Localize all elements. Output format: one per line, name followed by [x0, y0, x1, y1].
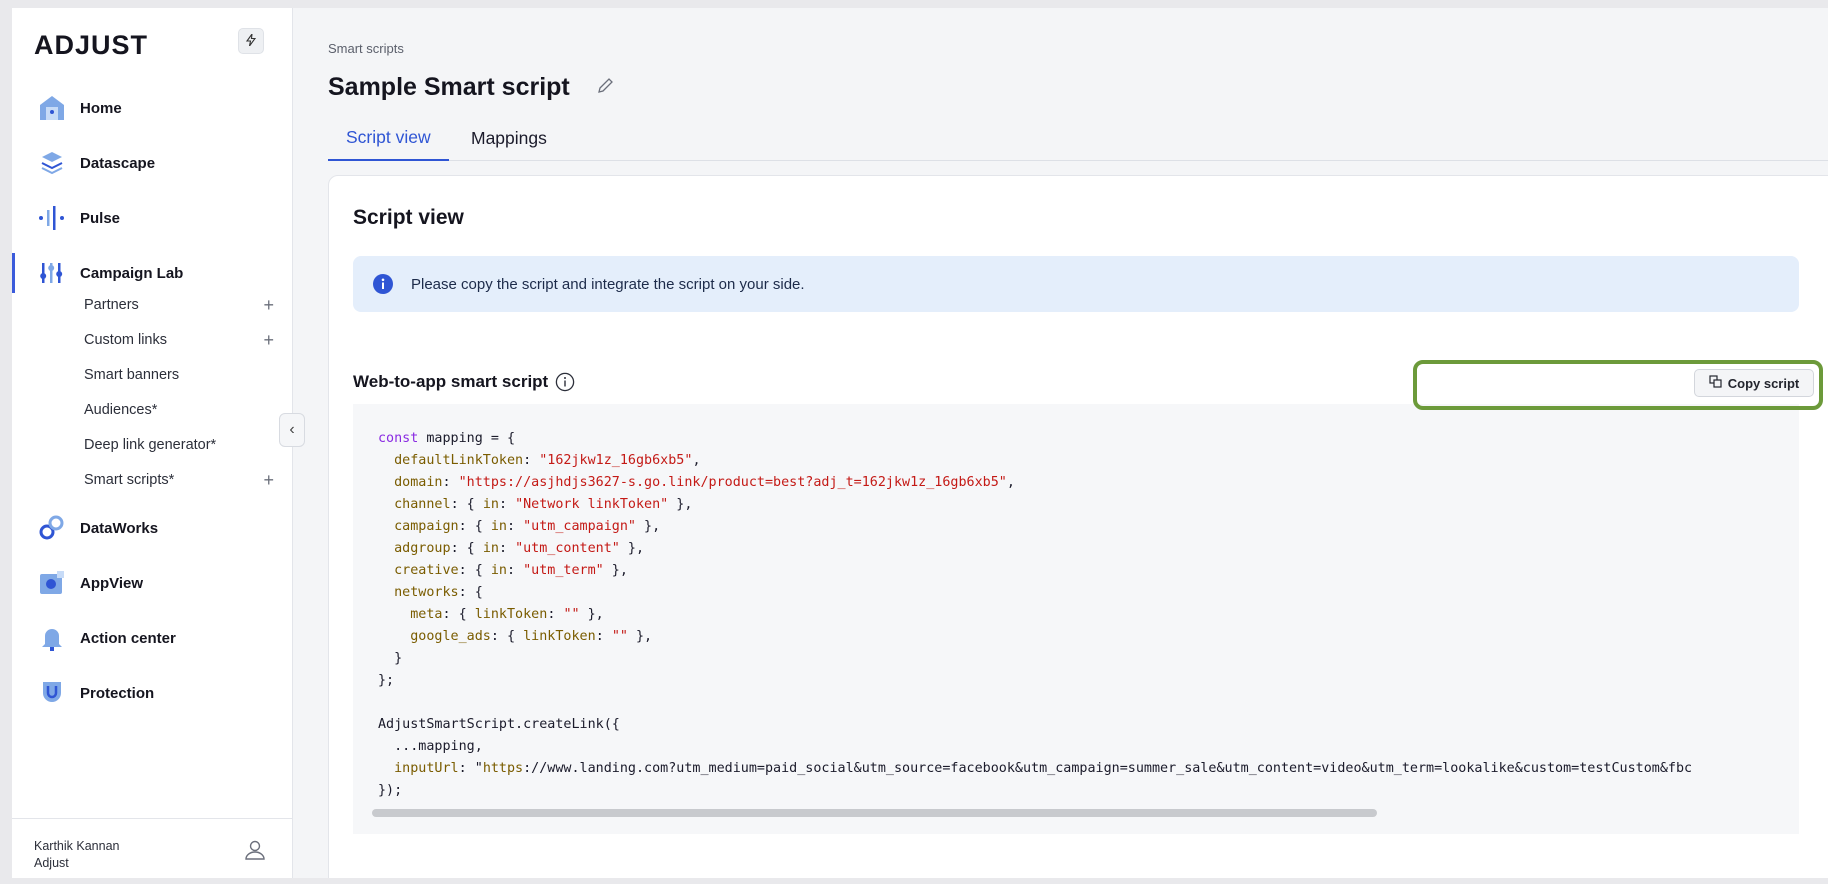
collapse-sidebar-button[interactable]: ‹ — [279, 413, 305, 447]
add-custom-link-button[interactable]: + — [263, 330, 274, 351]
app-window: ADJUST Home Datascape Pulse Campaign Lab… — [12, 8, 1828, 878]
code-line: ...mapping, — [378, 739, 483, 754]
campaign-lab-icon — [37, 258, 67, 288]
code-line: const mapping = { — [378, 431, 516, 446]
code-line: AdjustSmartScript.createLink({ — [378, 717, 620, 732]
code-line: meta: { linkToken: "" }, — [410, 607, 604, 622]
adjust-logo: ADJUST — [34, 30, 149, 60]
nav-appview[interactable]: AppView — [12, 563, 293, 603]
sub-item-custom-links[interactable]: Custom links + — [84, 327, 274, 353]
card-title: Script view — [353, 206, 464, 229]
tab-mappings[interactable]: Mappings — [453, 116, 565, 161]
add-partner-button[interactable]: + — [263, 295, 274, 316]
pin-sidebar-button[interactable] — [238, 28, 264, 54]
code-line: }); — [378, 783, 403, 798]
chevron-left-icon: ‹ — [289, 421, 295, 438]
appview-icon — [37, 568, 67, 598]
code-line: channel: { in: "Network linkToken" }, — [394, 497, 693, 512]
sub-item-audiences[interactable]: Audiences* — [84, 397, 274, 423]
code-line: creative: { in: "utm_term" }, — [394, 563, 628, 578]
dataworks-icon — [37, 513, 67, 543]
nav-campaign-lab[interactable]: Campaign Lab — [12, 253, 293, 293]
sub-item-smart-banners[interactable]: Smart banners — [84, 362, 274, 388]
tab-script-view[interactable]: Script view — [328, 116, 449, 161]
nav-protection[interactable]: Protection — [12, 673, 293, 713]
code-line: inputUrl: "https://www.landing.com?utm_m… — [394, 761, 1693, 776]
copy-icon — [1709, 375, 1722, 391]
code-line: adgroup: { in: "utm_content" }, — [394, 541, 645, 556]
page-title: Sample Smart script — [328, 73, 570, 101]
code-line: } — [378, 651, 403, 666]
nav-action-center[interactable]: Action center — [12, 618, 293, 658]
code-line: domain: "https://asjhdjs3627-s.go.link/p… — [394, 475, 1015, 490]
horizontal-scrollbar[interactable] — [372, 809, 1377, 817]
section-title: Web-to-app smart script — [353, 372, 549, 391]
code-line: defaultLinkToken: "162jkw1z_16gb6xb5", — [394, 453, 701, 468]
info-banner: Please copy the script and integrate the… — [353, 256, 1799, 312]
user-name: Karthik Kannan — [34, 839, 120, 853]
shield-icon — [37, 678, 67, 708]
code-line: networks: { — [394, 585, 483, 600]
user-org: Adjust — [34, 856, 69, 870]
code-line: google_ads: { linkToken: "" }, — [410, 629, 653, 644]
user-panel[interactable]: Karthik Kannan Adjust — [12, 818, 293, 878]
add-smart-script-button[interactable]: + — [263, 470, 274, 491]
lightning-icon — [245, 31, 257, 49]
banner-text: Please copy the script and integrate the… — [411, 275, 805, 293]
sub-item-deep-link-generator[interactable]: Deep link generator* — [84, 432, 274, 458]
info-icon — [373, 274, 393, 299]
code-block[interactable]: const mapping = { defaultLinkToken: "162… — [353, 404, 1799, 834]
sub-item-partners[interactable]: Partners + — [84, 292, 274, 318]
edit-pencil-icon[interactable] — [596, 77, 614, 100]
code-line: campaign: { in: "utm_campaign" }, — [394, 519, 661, 534]
script-code: const mapping = { defaultLinkToken: "162… — [378, 428, 1692, 802]
code-line: ​ — [378, 692, 1692, 714]
pulse-icon — [37, 203, 67, 233]
copy-script-button[interactable]: Copy script — [1694, 369, 1814, 397]
nav-pulse[interactable]: Pulse — [12, 198, 293, 238]
sub-item-smart-scripts[interactable]: Smart scripts* + — [84, 467, 274, 493]
sidebar: ADJUST Home Datascape Pulse Campaign Lab… — [12, 8, 293, 878]
nav-datascape[interactable]: Datascape — [12, 143, 293, 183]
user-icon[interactable] — [244, 839, 266, 866]
breadcrumb[interactable]: Smart scripts — [328, 41, 404, 56]
code-line: }; — [378, 673, 395, 688]
nav-dataworks[interactable]: DataWorks — [12, 508, 293, 548]
script-view-card: Script view Please copy the script and i… — [328, 175, 1828, 878]
tabs: Script view Mappings — [328, 116, 1828, 161]
bell-icon — [37, 623, 67, 653]
home-icon — [37, 93, 67, 123]
datascape-icon — [37, 148, 67, 178]
nav-home[interactable]: Home — [12, 88, 293, 128]
info-circle-icon[interactable] — [555, 372, 575, 397]
